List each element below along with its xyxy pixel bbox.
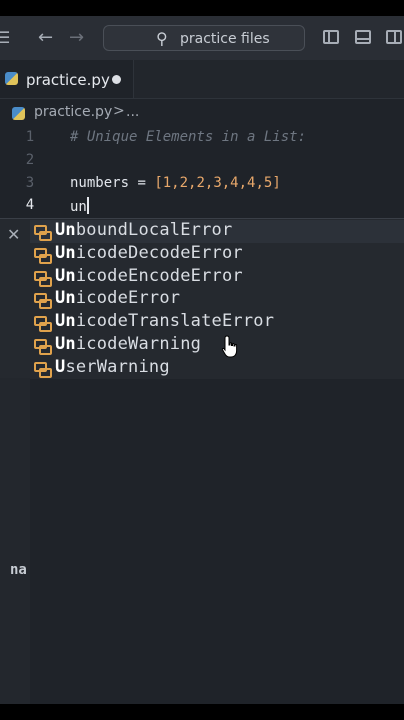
- toggle-panel-icon[interactable]: [355, 30, 371, 44]
- typed-text: un: [70, 197, 89, 215]
- command-center-search[interactable]: ⚲ practice files: [103, 25, 305, 51]
- suggestion-label: UnicodeEncodeError: [55, 266, 243, 286]
- comment-text: # Unique Elements in a List:: [70, 129, 307, 145]
- list-literal: [1,2,2,3,4,4,5]: [154, 175, 281, 191]
- back-arrow-icon[interactable]: ←: [38, 29, 53, 47]
- code-line[interactable]: 3 numbers = [1,2,2,3,4,4,5]: [0, 175, 404, 197]
- line-number: 2: [25, 152, 35, 168]
- suggestion-label: UnicodeTranslateError: [55, 311, 275, 331]
- class-icon: [33, 246, 52, 264]
- suggestion-label: UnboundLocalError: [55, 220, 233, 240]
- tab-label: practice.py: [26, 71, 110, 89]
- breadcrumb-file[interactable]: practice.py: [34, 104, 112, 120]
- toggle-sidebar-icon[interactable]: [323, 30, 339, 44]
- menu-icon[interactable]: ☰: [0, 29, 10, 47]
- class-icon: [33, 291, 52, 309]
- code-line[interactable]: 2: [0, 152, 404, 174]
- code-line[interactable]: 1 # Unique Elements in a List:: [0, 129, 404, 151]
- side-panel-strip: [0, 378, 30, 704]
- suggestion-item[interactable]: UnicodeTranslateError: [30, 311, 404, 334]
- breadcrumb: practice.py > ...: [0, 98, 404, 128]
- suggestion-item[interactable]: UserWarning: [30, 357, 404, 380]
- line-number: 1: [25, 129, 35, 145]
- suggestion-item[interactable]: UnicodeWarning: [30, 334, 404, 357]
- forward-arrow-icon[interactable]: →: [69, 29, 84, 47]
- assignment-statement: numbers = [1,2,2,3,4,4,5]: [70, 175, 281, 191]
- typed-prefix: un: [70, 199, 87, 215]
- line-number: 3: [25, 175, 35, 191]
- class-icon: [33, 337, 52, 355]
- python-file-icon: [5, 72, 18, 85]
- breadcrumb-separator: >: [113, 103, 125, 119]
- class-icon: [33, 269, 52, 287]
- class-icon: [33, 360, 52, 378]
- title-bar: ☰ ← → ⚲ practice files: [0, 16, 404, 60]
- suggestion-item[interactable]: UnicodeEncodeError: [30, 266, 404, 289]
- suggestion-label: UnicodeError: [55, 288, 181, 308]
- class-icon: [33, 314, 52, 332]
- search-placeholder: practice files: [180, 31, 270, 47]
- suggestion-label: UnicodeDecodeError: [55, 243, 243, 263]
- line-number: 4: [25, 197, 35, 213]
- suggestion-item[interactable]: UnboundLocalError: [30, 220, 404, 243]
- python-file-icon: [12, 107, 25, 120]
- panel-partial-text: na: [10, 562, 27, 578]
- text-cursor: [86, 197, 89, 214]
- autocomplete-suggestions: ✕ UnboundLocalError UnicodeDecodeError U…: [0, 218, 404, 379]
- assign-operator: =: [129, 175, 155, 191]
- editor-window: ☰ ← → ⚲ practice files practice.py pract…: [0, 16, 404, 704]
- search-icon: ⚲: [156, 29, 168, 48]
- close-icon[interactable]: ✕: [7, 225, 20, 244]
- class-icon: [33, 223, 52, 241]
- unsaved-dot-icon[interactable]: [112, 75, 121, 84]
- breadcrumb-symbols[interactable]: ...: [126, 104, 139, 120]
- suggestion-label: UnicodeWarning: [55, 334, 202, 354]
- hand-pointer-icon: [221, 335, 238, 358]
- suggestion-item[interactable]: UnicodeDecodeError: [30, 243, 404, 266]
- suggestion-item[interactable]: UnicodeError: [30, 288, 404, 311]
- code-line-active[interactable]: 4 un: [0, 197, 404, 219]
- tab-bar: practice.py: [0, 60, 404, 99]
- suggestion-label: UserWarning: [55, 357, 170, 377]
- toggle-secondary-sidebar-icon[interactable]: [386, 30, 402, 44]
- tab-practice-py[interactable]: practice.py: [0, 60, 134, 98]
- variable-name: numbers: [70, 175, 130, 191]
